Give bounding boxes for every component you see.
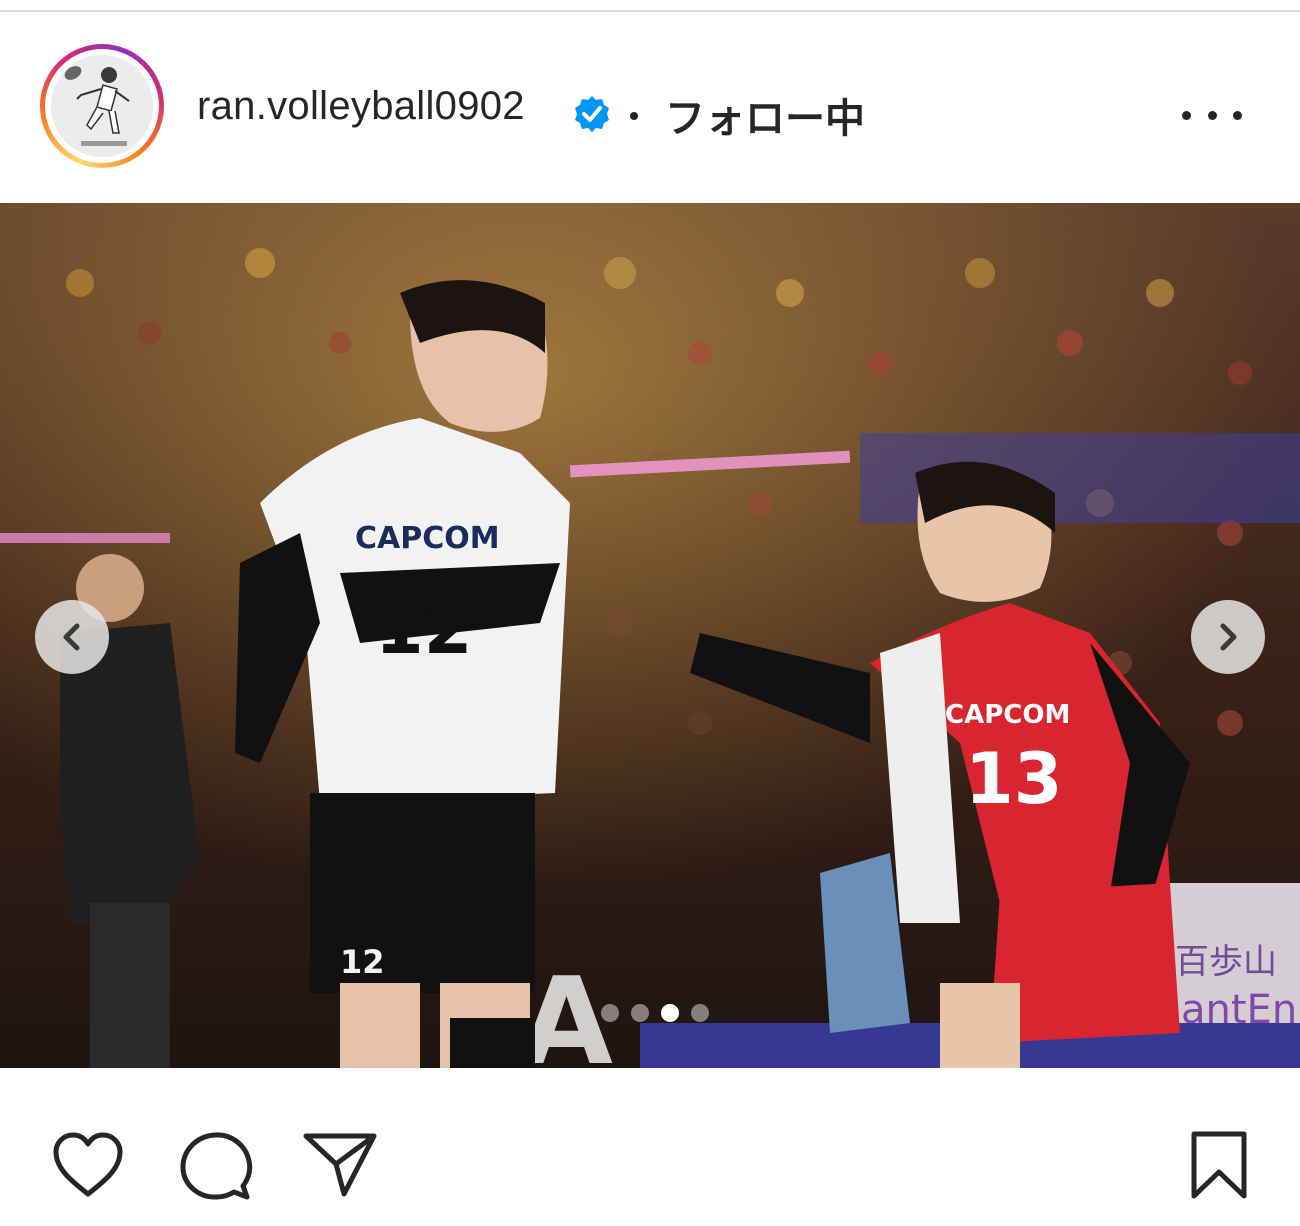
more-options-icon[interactable]: [1182, 100, 1242, 130]
jersey-right-brand: CAPCOM: [945, 700, 1070, 730]
paper-plane-icon[interactable]: [302, 1130, 378, 1198]
volleyball-photo-illustration: 百歩山 GantEn A CAPCOM 12 12 CAPCOM 13: [0, 203, 1300, 1068]
carousel-indicator: [600, 1003, 710, 1023]
heart-icon[interactable]: [50, 1130, 126, 1200]
chevron-right-icon: [1220, 623, 1237, 651]
jersey-right-number: 13: [965, 738, 1062, 820]
avatar: [51, 55, 153, 157]
chevron-left-icon: [63, 623, 80, 651]
jersey-left-brand: CAPCOM: [355, 521, 500, 556]
comment-icon[interactable]: [177, 1130, 253, 1202]
username-link[interactable]: ran.volleyball0902: [197, 84, 525, 129]
post-photo[interactable]: 百歩山 GantEn A CAPCOM 12 12 CAPCOM 13: [0, 203, 1300, 1068]
verified-badge-icon: [575, 96, 609, 132]
profile-avatar-ring[interactable]: [40, 44, 164, 168]
carousel-dot: [631, 1004, 649, 1022]
carousel-dot-active: [661, 1004, 679, 1022]
carousel-dot: [601, 1004, 619, 1022]
post-header: ran.volleyball0902 フォロー中: [0, 12, 1300, 202]
volleyball-player-sketch-icon: [51, 55, 153, 157]
top-divider: [0, 0, 1300, 12]
following-status-button[interactable]: フォロー中: [665, 86, 865, 144]
separator-dot: [630, 112, 638, 120]
shorts-left-number: 12: [340, 943, 385, 981]
carousel-dot: [691, 1004, 709, 1022]
carousel-next-button[interactable]: [1191, 600, 1265, 674]
sign-text-1: 百歩山: [1175, 942, 1277, 982]
post-actions-bar: [0, 1068, 1300, 1226]
bookmark-icon[interactable]: [1188, 1130, 1250, 1200]
jersey-left-number: 12: [375, 588, 472, 670]
carousel-prev-button[interactable]: [35, 600, 109, 674]
